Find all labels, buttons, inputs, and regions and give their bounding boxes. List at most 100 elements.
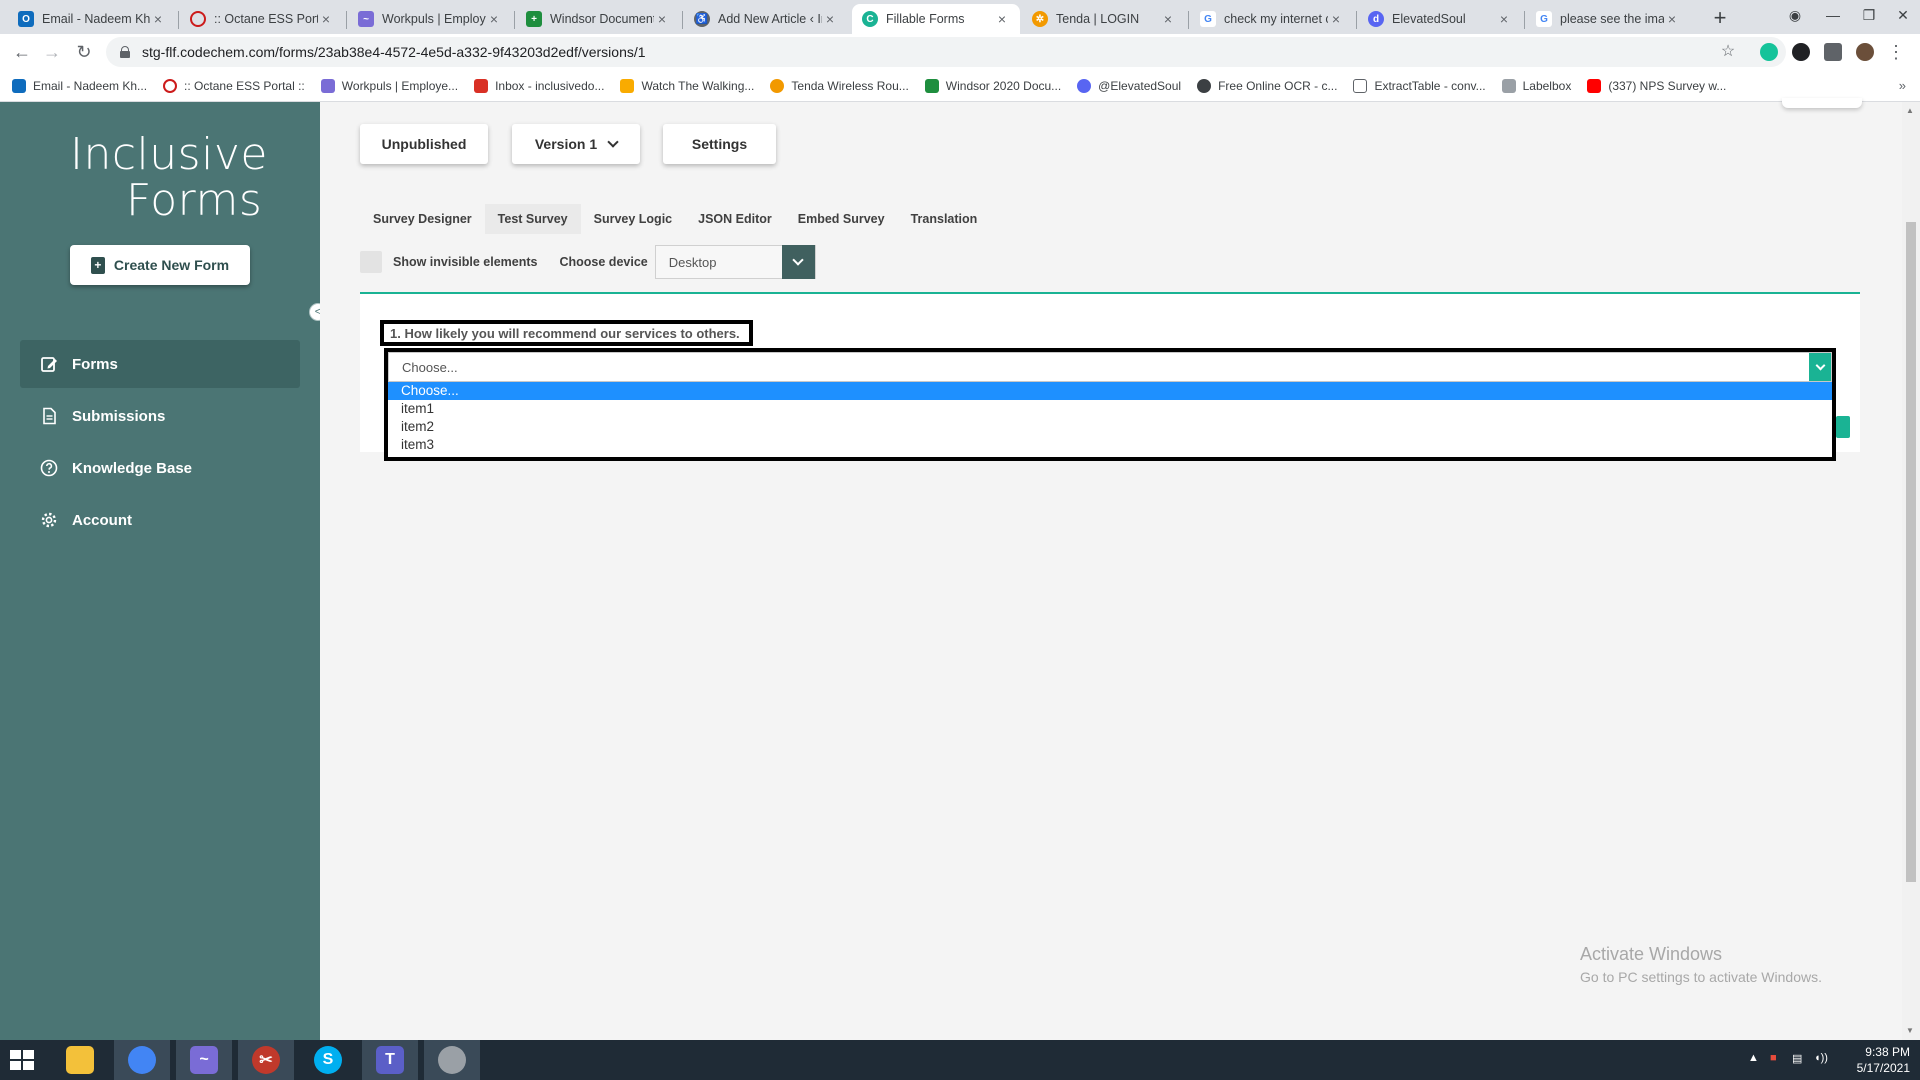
sidebar-item-forms[interactable]: Forms	[20, 340, 300, 388]
forward-icon[interactable]: →	[40, 40, 64, 64]
taskbar-teams[interactable]: T	[362, 1040, 418, 1080]
close-icon[interactable]: ×	[150, 11, 166, 27]
grammarly-icon[interactable]	[1760, 43, 1778, 61]
bookmark-item[interactable]: (337) NPS Survey w...	[1587, 78, 1726, 93]
bookmark-star-icon[interactable]: ☆	[1716, 40, 1740, 64]
bookmark-item[interactable]: ExtractTable - conv...	[1353, 78, 1486, 93]
tab-json-editor[interactable]: JSON Editor	[685, 204, 785, 234]
close-icon[interactable]: ×	[1664, 11, 1680, 27]
windows-start-icon[interactable]	[10, 1050, 34, 1070]
scroll-up-icon[interactable]: ▲	[1906, 106, 1914, 115]
close-icon[interactable]: ×	[994, 11, 1010, 27]
window-close-icon[interactable]: ✕	[1880, 0, 1920, 34]
sidebar-item-submissions[interactable]: Submissions	[20, 392, 300, 440]
menu-icon[interactable]: ⋮	[1884, 40, 1908, 64]
browser-tab-email[interactable]: O Email - Nadeem Kh ×	[8, 4, 176, 34]
close-icon[interactable]: ×	[318, 11, 334, 27]
bookmark-label: Tenda Wireless Rou...	[791, 78, 909, 93]
taskbar-chrome[interactable]	[114, 1040, 170, 1080]
scroll-down-icon[interactable]: ▼	[1906, 1026, 1914, 1035]
browser-tab-octane[interactable]: :: Octane ESS Portal :: ×	[180, 4, 344, 34]
inclusive-forms-logo[interactable]: Inclusive Forms	[70, 132, 268, 224]
browser-tab-workpuls[interactable]: ~ Workpuls | Employee ×	[348, 4, 512, 34]
question-dropdown[interactable]: Choose... Choose... item1 item2 item3	[384, 348, 1836, 461]
version-label: Version 1	[534, 136, 598, 152]
bookmark-item[interactable]: @ElevatedSoul	[1077, 78, 1181, 93]
tab-embed-survey[interactable]: Embed Survey	[785, 204, 898, 234]
browser-tab-please-see[interactable]: G please see the imag ×	[1526, 4, 1690, 34]
bookmark-item[interactable]: Email - Nadeem Kh...	[12, 78, 148, 93]
address-bar[interactable]: stg-flf.codechem.com/forms/23ab38e4-4572…	[106, 37, 1786, 67]
close-icon[interactable]: ×	[1496, 11, 1512, 27]
browser-tab-elevatedsoul[interactable]: d ElevatedSoul ×	[1358, 4, 1522, 34]
tab-test-survey[interactable]: Test Survey	[484, 204, 581, 234]
close-icon[interactable]: ×	[1328, 11, 1344, 27]
bookmark-label: Email - Nadeem Kh...	[33, 78, 148, 93]
complete-button-edge[interactable]	[1836, 416, 1850, 438]
settings-button[interactable]: Settings	[663, 124, 776, 164]
back-icon[interactable]: ←	[10, 40, 34, 64]
tenda-icon	[770, 78, 785, 93]
dropdown-option[interactable]: item3	[388, 436, 1832, 454]
scrollbar-thumb[interactable]	[1906, 222, 1916, 882]
tab-survey-logic[interactable]: Survey Logic	[581, 204, 686, 234]
system-clock[interactable]: 9:38 PM 5/17/2021	[1820, 1044, 1910, 1076]
tab-label: Fillable Forms	[886, 12, 965, 26]
close-icon[interactable]: ×	[486, 11, 502, 27]
browser-tab-add-article[interactable]: ♿ Add New Article ‹ In ×	[684, 4, 848, 34]
new-document-icon: +	[90, 256, 105, 274]
profile-avatar[interactable]	[1856, 43, 1874, 61]
sidebar-item-knowledge-base[interactable]: Knowledge Base	[20, 444, 300, 492]
browser-tab-windsor[interactable]: + Windsor Document ×	[516, 4, 680, 34]
browser-tab-tenda[interactable]: ✲ Tenda | LOGIN ×	[1022, 4, 1186, 34]
bookmark-item[interactable]: Labelbox	[1501, 78, 1571, 93]
reload-icon[interactable]: ↻	[72, 40, 96, 64]
network-icon[interactable]: ▤	[1792, 1052, 1802, 1065]
close-icon[interactable]: ×	[1160, 11, 1176, 27]
taskbar-skype[interactable]: S	[300, 1040, 356, 1080]
taskbar-paint[interactable]	[424, 1040, 480, 1080]
bookmark-item[interactable]: Workpuls | Employe...	[320, 78, 458, 93]
new-tab-button[interactable]: +	[1706, 5, 1734, 33]
corner-button[interactable]	[1782, 98, 1862, 108]
bookmark-item[interactable]: Tenda Wireless Rou...	[770, 78, 909, 93]
settings-label: Settings	[691, 136, 748, 152]
taskbar-file-explorer[interactable]	[52, 1040, 108, 1080]
unpublished-button[interactable]: Unpublished	[360, 124, 488, 164]
sidebar-item-account[interactable]: Account	[20, 496, 300, 544]
show-invisible-checkbox[interactable]	[360, 251, 382, 273]
bookmark-item[interactable]: :: Octane ESS Portal ::	[163, 78, 305, 93]
browser-tab-check-internet[interactable]: G check my internet c ×	[1190, 4, 1354, 34]
sync-extension-icon[interactable]	[1792, 43, 1810, 61]
close-icon[interactable]: ×	[822, 11, 838, 27]
page-scrollbar[interactable]: ▲ ▼	[1902, 102, 1920, 1040]
paint-icon	[438, 1046, 466, 1074]
extensions-icon[interactable]	[1824, 43, 1842, 61]
version-dropdown[interactable]: Version 1	[512, 124, 640, 164]
bookmark-label: ExtractTable - conv...	[1374, 78, 1486, 93]
dropdown-option[interactable]: item2	[388, 418, 1832, 436]
close-icon[interactable]: ×	[654, 11, 670, 27]
gmail-icon	[474, 78, 489, 93]
taskbar-snipping-tool[interactable]: ✂	[238, 1040, 294, 1080]
show-hidden-icons[interactable]: ▲	[1748, 1052, 1759, 1064]
browser-tab-fillable-forms[interactable]: C Fillable Forms ×	[852, 4, 1020, 34]
antivirus-tray-icon[interactable]: ■	[1770, 1052, 1777, 1064]
bookmark-item[interactable]: Watch The Walking...	[620, 78, 754, 93]
tab-survey-designer[interactable]: Survey Designer	[360, 204, 485, 234]
dropdown-option[interactable]: item1	[388, 400, 1832, 418]
tab-translation[interactable]: Translation	[898, 204, 991, 234]
create-new-form-button[interactable]: + Create New Form	[70, 245, 250, 285]
teams-icon: T	[376, 1046, 404, 1074]
bookmark-item[interactable]: Windsor 2020 Docu...	[924, 78, 1061, 93]
dropdown-select[interactable]: Choose...	[388, 352, 1832, 382]
fillable-forms-icon: C	[862, 11, 878, 27]
dropdown-option[interactable]: Choose...	[388, 382, 1832, 400]
bookmark-item[interactable]: Free Online OCR - c...	[1197, 78, 1337, 93]
bookmark-item[interactable]: Inbox - inclusivedo...	[474, 78, 604, 93]
unpublished-label: Unpublished	[381, 136, 467, 152]
more-bookmarks-icon[interactable]: »	[1899, 78, 1906, 93]
taskbar-workpuls[interactable]: ~	[176, 1040, 232, 1080]
device-select[interactable]: Desktop	[654, 245, 816, 279]
chevron-down-icon[interactable]	[1809, 353, 1831, 381]
